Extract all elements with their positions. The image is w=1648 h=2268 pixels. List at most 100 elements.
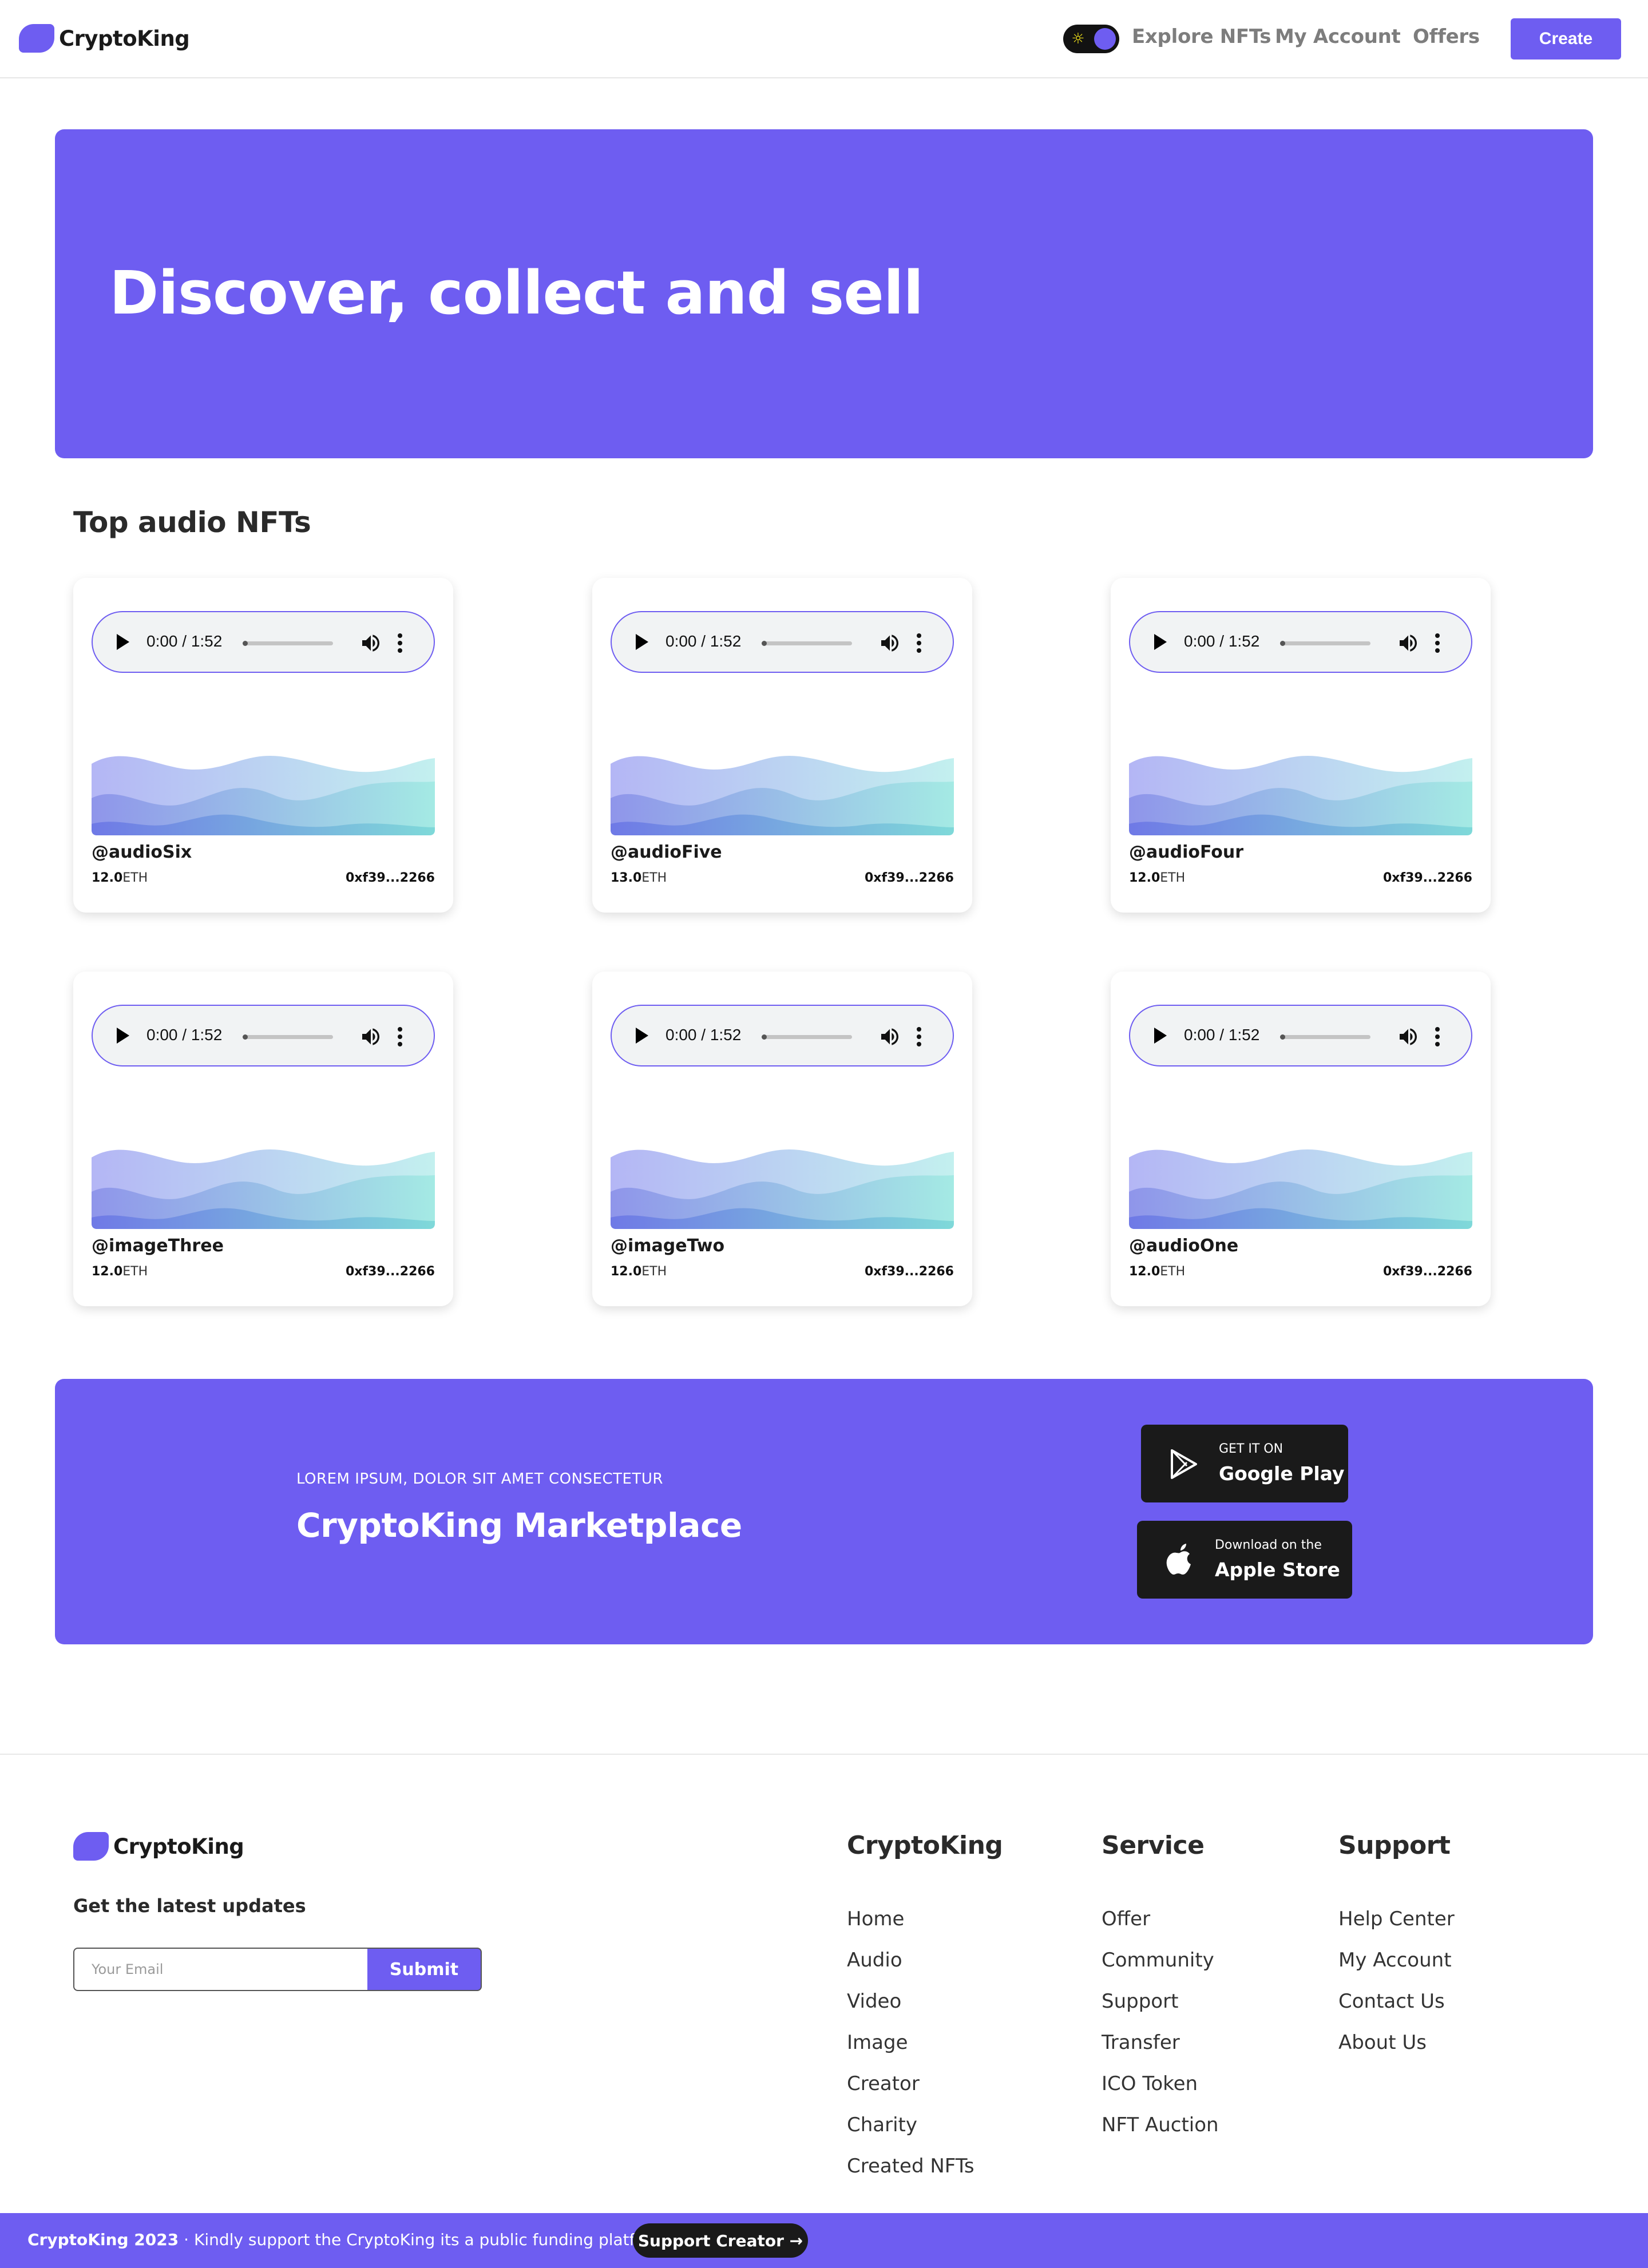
nft-card[interactable]: 0:00 / 1:52 @audioSix 12.0ETH 0xf39...22 [73, 578, 453, 913]
audio-player[interactable]: 0:00 / 1:52 [92, 1005, 435, 1066]
funding-message: Kindly support the CryptoKing its a publ… [193, 2230, 667, 2249]
bottom-bar: CryptoKing 2023 · Kindly support the Cry… [0, 2213, 1648, 2268]
price-value: 12.0 [611, 1264, 642, 1279]
audio-seek-bar[interactable] [762, 641, 852, 646]
audio-player[interactable]: 0:00 / 1:52 [1129, 1005, 1472, 1066]
footer-link[interactable]: Offer [1102, 1908, 1150, 1930]
brand-name: CryptoKing [59, 26, 190, 51]
audio-seek-bar[interactable] [1280, 641, 1370, 646]
nft-card[interactable]: 0:00 / 1:52 @audioFive 13.0ETH 0xf39...2 [592, 578, 972, 913]
footer-link[interactable]: Creator [847, 2072, 920, 2095]
volume-icon[interactable] [359, 632, 382, 655]
audio-seek-bar[interactable] [243, 1034, 333, 1040]
volume-icon[interactable] [878, 1025, 901, 1048]
more-options-icon[interactable] [397, 633, 403, 653]
nav-link-offers[interactable]: Offers [1413, 25, 1480, 48]
footer-link[interactable]: About Us [1338, 2031, 1427, 2054]
audio-player[interactable]: 0:00 / 1:52 [1129, 611, 1472, 673]
footer-link[interactable]: Charity [847, 2114, 917, 2136]
copyright-text: CryptoKing 2023 [27, 2230, 179, 2249]
footer-logo[interactable]: CryptoKing [73, 1832, 244, 1861]
google-play-small: GET IT ON [1219, 1442, 1283, 1456]
audio-player[interactable]: 0:00 / 1:52 [611, 611, 954, 673]
volume-icon[interactable] [1397, 1025, 1420, 1048]
apple-store-small: Download on the [1215, 1538, 1322, 1552]
volume-icon[interactable] [878, 632, 901, 655]
owner-address: 0xf39...2266 [1383, 871, 1472, 885]
footer-link[interactable]: Video [847, 1990, 901, 2013]
seek-handle[interactable] [1280, 1034, 1285, 1040]
volume-icon[interactable] [359, 1025, 382, 1048]
footer-link[interactable]: Home [847, 1908, 904, 1930]
nft-price: 12.0ETH [611, 1264, 667, 1279]
audio-time: 0:00 / 1:52 [1184, 1026, 1260, 1044]
waveform-illustration [1129, 755, 1472, 835]
nft-card[interactable]: 0:00 / 1:52 @imageThree 12.0ETH 0xf39... [73, 972, 453, 1306]
price-unit: ETH [122, 1264, 148, 1279]
footer-link[interactable]: Community [1102, 1949, 1214, 1972]
footer-link[interactable]: Created NFTs [847, 2155, 974, 2178]
apple-icon [1166, 1544, 1191, 1575]
owner-address: 0xf39...2266 [1383, 1264, 1472, 1279]
footer-column-title: CryptoKing [847, 1831, 1003, 1860]
play-icon[interactable] [117, 1028, 129, 1044]
create-button[interactable]: Create [1511, 18, 1621, 60]
play-icon[interactable] [636, 634, 648, 650]
audio-seek-bar[interactable] [1280, 1034, 1370, 1040]
play-icon[interactable] [1154, 1028, 1167, 1044]
nft-price: 12.0ETH [1129, 1264, 1185, 1279]
nft-card[interactable]: 0:00 / 1:52 @imageTwo 12.0ETH 0xf39...22 [592, 972, 972, 1306]
nav-link-explore-nfts[interactable]: Explore NFTs [1132, 25, 1271, 48]
footer-link[interactable]: Transfer [1102, 2031, 1180, 2054]
audio-player[interactable]: 0:00 / 1:52 [611, 1005, 954, 1066]
email-field[interactable] [73, 1948, 367, 1991]
google-play-icon [1171, 1449, 1197, 1479]
nft-card[interactable]: 0:00 / 1:52 @audioFour 12.0ETH 0xf39...2 [1111, 578, 1491, 913]
top-navbar: CryptoKing ☼ Explore NFTs My Account Off… [0, 0, 1648, 78]
volume-icon[interactable] [1397, 632, 1420, 655]
price-value: 13.0 [611, 871, 642, 885]
nav-link-my-account[interactable]: My Account [1275, 25, 1401, 48]
nft-card[interactable]: 0:00 / 1:52 @audioOne 12.0ETH 0xf39...22 [1111, 972, 1491, 1306]
play-icon[interactable] [1154, 634, 1167, 650]
audio-time: 0:00 / 1:52 [146, 632, 223, 650]
footer-link[interactable]: Help Center [1338, 1908, 1455, 1930]
google-play-button[interactable]: GET IT ON Google Play [1141, 1425, 1348, 1502]
more-options-icon[interactable] [1435, 633, 1440, 653]
seek-handle[interactable] [762, 1034, 767, 1040]
audio-seek-bar[interactable] [762, 1034, 852, 1040]
support-creator-button[interactable]: Support Creator → [633, 2223, 808, 2258]
audio-time: 0:00 / 1:52 [1184, 632, 1260, 650]
sun-icon: ☼ [1071, 30, 1085, 47]
seek-handle[interactable] [243, 1034, 248, 1040]
seek-handle[interactable] [243, 641, 248, 646]
app-download-banner: LOREM IPSUM, DOLOR SIT AMET CONSECTETUR … [55, 1379, 1593, 1644]
audio-time: 0:00 / 1:52 [665, 1026, 742, 1044]
submit-button[interactable]: Submit [367, 1948, 482, 1991]
more-options-icon[interactable] [1435, 1026, 1440, 1047]
play-icon[interactable] [636, 1028, 648, 1044]
seek-handle[interactable] [1280, 641, 1285, 646]
footer-link[interactable]: ICO Token [1102, 2072, 1198, 2095]
footer-column-title: Service [1102, 1831, 1205, 1860]
footer-link[interactable]: Support [1102, 1990, 1178, 2013]
footer-link[interactable]: Contact Us [1338, 1990, 1445, 2013]
audio-seek-bar[interactable] [243, 641, 333, 646]
footer-link[interactable]: Image [847, 2031, 908, 2054]
more-options-icon[interactable] [916, 1026, 922, 1047]
more-options-icon[interactable] [916, 633, 922, 653]
seek-handle[interactable] [762, 641, 767, 646]
play-icon[interactable] [117, 634, 129, 650]
footer-link[interactable]: Audio [847, 1949, 902, 1972]
theme-toggle[interactable]: ☼ [1063, 25, 1119, 53]
apple-store-big: Apple Store [1215, 1559, 1340, 1581]
more-options-icon[interactable] [397, 1026, 403, 1047]
footer-link[interactable]: NFT Auction [1102, 2114, 1219, 2136]
brand-logo[interactable]: CryptoKing [19, 24, 190, 53]
price-unit: ETH [1160, 1264, 1186, 1279]
audio-player[interactable]: 0:00 / 1:52 [92, 611, 435, 673]
banner-title: CryptoKing Marketplace [296, 1506, 742, 1545]
footer-link[interactable]: My Account [1338, 1949, 1452, 1972]
price-unit: ETH [641, 1264, 667, 1279]
apple-store-button[interactable]: Download on the Apple Store [1137, 1521, 1352, 1599]
